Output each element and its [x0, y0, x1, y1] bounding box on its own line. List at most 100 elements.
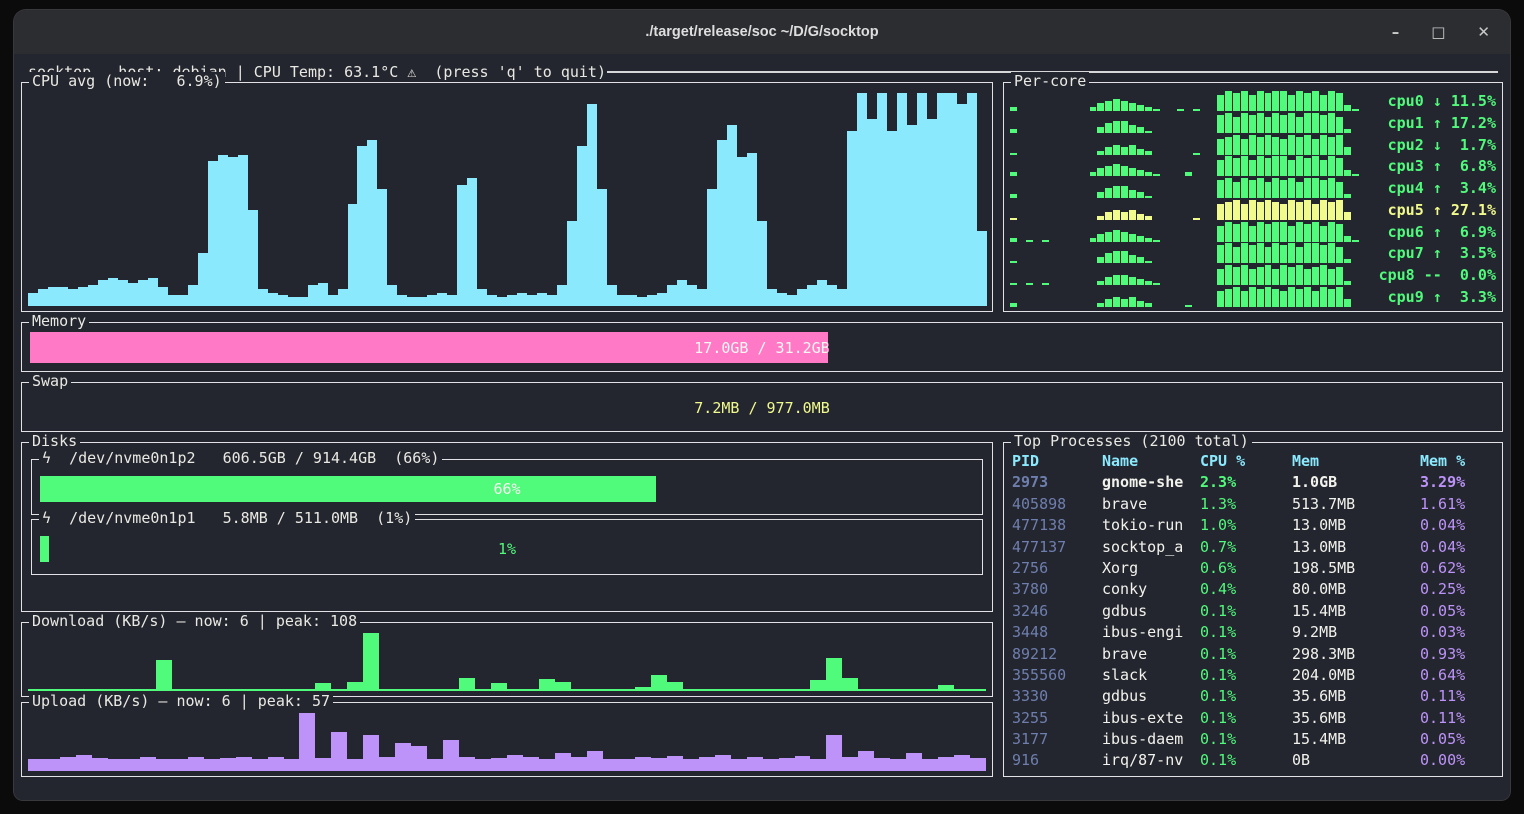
chart-bar	[657, 293, 667, 306]
spark-bar	[1265, 158, 1272, 176]
spark-bar	[1280, 180, 1287, 198]
process-row[interactable]: 3177ibus-daem0.1%15.4MB0.05%	[1012, 729, 1498, 750]
spark-bar	[1265, 265, 1272, 285]
spark-bar	[1129, 190, 1136, 198]
process-cell: 1.0GB	[1292, 472, 1420, 493]
spark-bar	[1336, 267, 1343, 285]
spark-bar	[1265, 287, 1272, 307]
chart-bar	[379, 689, 395, 691]
spark-bar	[1288, 226, 1295, 242]
spark-bar	[1145, 238, 1152, 242]
spark-bar	[1129, 168, 1136, 176]
spark-bar	[1121, 299, 1128, 307]
chart-bar	[731, 689, 747, 691]
spark-bar	[1113, 99, 1120, 111]
process-row[interactable]: 355560slack0.1%204.0MB0.64%	[1012, 665, 1498, 686]
spark-bar	[1225, 178, 1232, 198]
spark-bar	[1328, 156, 1335, 176]
window-titlebar[interactable]: ./target/release/soc ~/D/G/socktop – □ ✕	[14, 10, 1510, 54]
process-cell: 2756	[1012, 558, 1102, 579]
disks-panel-title: Disks	[29, 432, 80, 450]
spark-bar	[1288, 267, 1295, 285]
core-row: cpu4 ↑ 3.4%	[1010, 178, 1496, 198]
chart-bar	[763, 759, 779, 771]
spark-bar	[1249, 245, 1256, 263]
core-row: cpu1 ↑ 17.2%	[1010, 113, 1496, 133]
chart-bar	[667, 682, 683, 691]
process-row[interactable]: 405898brave1.3%513.7MB1.61%	[1012, 494, 1498, 515]
chart-bar	[278, 295, 288, 306]
spark-bar	[1312, 113, 1319, 133]
chart-bar	[88, 285, 98, 306]
per-core-panel-title: Per-core	[1011, 72, 1089, 90]
spark-bar	[1352, 109, 1359, 111]
spark-bar	[1280, 222, 1287, 242]
core-label: cpu4 ↑ 3.4%	[1368, 178, 1496, 198]
spark-bar	[1296, 202, 1303, 220]
chart-bar	[357, 146, 367, 306]
spark-bar	[1233, 247, 1240, 263]
chart-bar	[188, 285, 198, 306]
maximize-icon[interactable]: □	[1431, 25, 1445, 40]
process-row[interactable]: 2973gnome-she2.3%1.0GB3.29%	[1012, 472, 1498, 493]
process-cell: 0.04%	[1420, 515, 1498, 536]
spark-bar	[1344, 236, 1351, 242]
process-row[interactable]: 3330gdbus0.1%35.6MB0.11%	[1012, 686, 1498, 707]
spark-bar	[1113, 186, 1120, 198]
process-row[interactable]: 89212brave0.1%298.3MB0.93%	[1012, 644, 1498, 665]
process-row[interactable]: 916irq/87-nv0.1%0B0.00%	[1012, 750, 1498, 771]
process-row[interactable]: 2756Xorg0.6%198.5MB0.62%	[1012, 558, 1498, 579]
disk-gauge-label: 66%	[40, 476, 974, 502]
spark-bar	[1225, 289, 1232, 307]
process-cell: brave	[1102, 494, 1200, 515]
spark-bar	[1296, 137, 1303, 155]
process-row[interactable]: 3246gdbus0.1%15.4MB0.05%	[1012, 601, 1498, 622]
spark-bar	[1137, 149, 1144, 155]
core-row: cpu5 ↑ 27.1%	[1010, 200, 1496, 220]
process-row[interactable]: 477137socktop_a0.7%13.0MB0.04%	[1012, 537, 1498, 558]
spark-bar	[1225, 243, 1232, 263]
memory-gauge: 17.0GB / 31.2GB 17.0GB / 31.2GB	[30, 332, 1494, 363]
spark-bar	[1153, 174, 1160, 176]
spark-bar	[1137, 127, 1144, 133]
spark-bar	[1320, 287, 1327, 307]
spark-bar	[1257, 243, 1264, 263]
spark-bar	[1185, 305, 1192, 307]
chart-bar	[76, 755, 92, 771]
spark-bar	[1233, 224, 1240, 242]
chart-bar	[507, 295, 517, 306]
spark-bar	[1145, 107, 1152, 111]
upload-panel-title: Upload (KB/s) — now: 6 | peak: 57	[29, 692, 333, 710]
chart-bar	[204, 759, 220, 771]
spark-bar	[1344, 147, 1351, 155]
process-row[interactable]: 477138tokio-run1.0%13.0MB0.04%	[1012, 515, 1498, 536]
chart-bar	[252, 759, 268, 771]
chart-bar	[459, 757, 475, 771]
chart-bar	[747, 689, 763, 691]
process-cell: 198.5MB	[1292, 558, 1420, 579]
chart-bar	[491, 758, 507, 771]
disk-title-text: /dev/nvme0n1p2 606.5GB / 914.4GB (66%)	[69, 449, 439, 467]
spark-bar	[1265, 135, 1272, 155]
process-row[interactable]: 3448ibus-engi0.1%9.2MB0.03%	[1012, 622, 1498, 643]
process-cell: brave	[1102, 644, 1200, 665]
close-icon[interactable]: ✕	[1477, 25, 1490, 40]
top-processes-panel-title: Top Processes (2100 total)	[1011, 432, 1252, 450]
core-row: cpu0 ↓ 11.5%	[1010, 91, 1496, 111]
top-processes-panel: Top Processes (2100 total) PID Name CPU …	[1003, 442, 1503, 777]
process-row[interactable]: 3780conky0.4%80.0MB0.25%	[1012, 579, 1498, 600]
core-label: cpu9 ↑ 3.3%	[1368, 287, 1496, 307]
spark-bar	[1257, 137, 1264, 155]
spark-bar	[1265, 247, 1272, 263]
spark-bar	[1026, 240, 1033, 242]
process-row[interactable]: 3255ibus-exte0.1%35.6MB0.11%	[1012, 708, 1498, 729]
process-cell: 0.00%	[1420, 750, 1498, 771]
spark-bar	[1312, 222, 1319, 242]
chart-bar	[407, 297, 417, 306]
spark-bar	[1272, 222, 1279, 242]
minimize-icon[interactable]: –	[1392, 25, 1400, 40]
chart-bar	[947, 93, 957, 306]
spark-bar	[1105, 253, 1112, 263]
spark-bar	[1241, 91, 1248, 111]
spark-bar	[1145, 261, 1152, 263]
